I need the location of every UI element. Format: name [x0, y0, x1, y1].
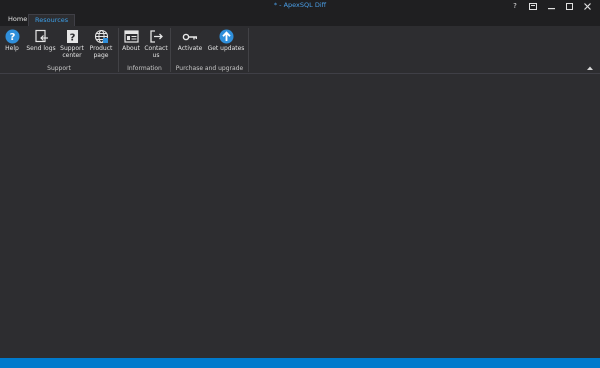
ribbon-group-information: About Contact us Information: [119, 26, 170, 74]
about-button[interactable]: About: [120, 28, 142, 53]
about-button-label: About: [122, 45, 140, 52]
contact-us-button-label: Contact us: [144, 45, 168, 59]
main-workspace: [0, 74, 600, 358]
svg-text:?: ?: [9, 32, 15, 43]
ribbon-group-support: ? Help Send logs ? Support center Produc…: [0, 26, 118, 74]
contact-us-button[interactable]: Contact us: [143, 28, 169, 59]
maximize-icon[interactable]: [560, 0, 578, 12]
get-updates-button[interactable]: Get updates: [207, 28, 245, 53]
help-icon: ?: [3, 28, 21, 45]
help-button[interactable]: ? Help: [2, 28, 22, 53]
tab-resources[interactable]: Resources: [28, 14, 76, 26]
help-icon[interactable]: ?: [506, 0, 524, 12]
send-logs-button-label: Send logs: [26, 45, 56, 52]
key-icon: [181, 28, 199, 45]
svg-text:?: ?: [69, 33, 75, 44]
ribbon-group-label-information: Information: [127, 65, 162, 72]
ribbon-group-label-support: Support: [47, 65, 71, 72]
support-center-button-label: Support center: [60, 45, 84, 59]
product-page-button-label: Product page: [89, 45, 113, 59]
ribbon-group-purchase-upgrade: Activate Get updates Purchase and upgrad…: [171, 26, 248, 74]
globe-icon: [92, 28, 110, 45]
send-logs-button[interactable]: Send logs: [25, 28, 57, 53]
activate-button[interactable]: Activate: [175, 28, 205, 53]
contact-icon: [147, 28, 165, 45]
ribbon-tab-bar: Home Resources: [0, 12, 600, 26]
title-bar: * - ApexSQL Diff ?: [0, 0, 600, 12]
send-logs-icon: [32, 28, 50, 45]
help-button-label: Help: [5, 45, 19, 52]
ribbon-panel: ? Help Send logs ? Support center Produc…: [0, 26, 600, 74]
support-center-button[interactable]: ? Support center: [59, 28, 85, 59]
collapse-ribbon-button[interactable]: [586, 64, 594, 72]
minimize-icon[interactable]: [542, 0, 560, 12]
close-icon[interactable]: [578, 0, 596, 12]
ribbon-group-label-purchase-upgrade: Purchase and upgrade: [175, 65, 244, 72]
update-arrow-icon: [217, 28, 235, 45]
product-page-button[interactable]: Product page: [87, 28, 115, 59]
about-icon: [122, 28, 140, 45]
ribbon-group-divider: [248, 28, 249, 72]
support-center-icon: ?: [63, 28, 81, 45]
get-updates-button-label: Get updates: [207, 45, 245, 52]
activate-button-label: Activate: [177, 45, 203, 52]
status-bar: [0, 358, 600, 368]
window-controls: ?: [506, 0, 596, 12]
chevron-up-icon: [587, 66, 593, 70]
restore-layout-icon[interactable]: [524, 0, 542, 12]
